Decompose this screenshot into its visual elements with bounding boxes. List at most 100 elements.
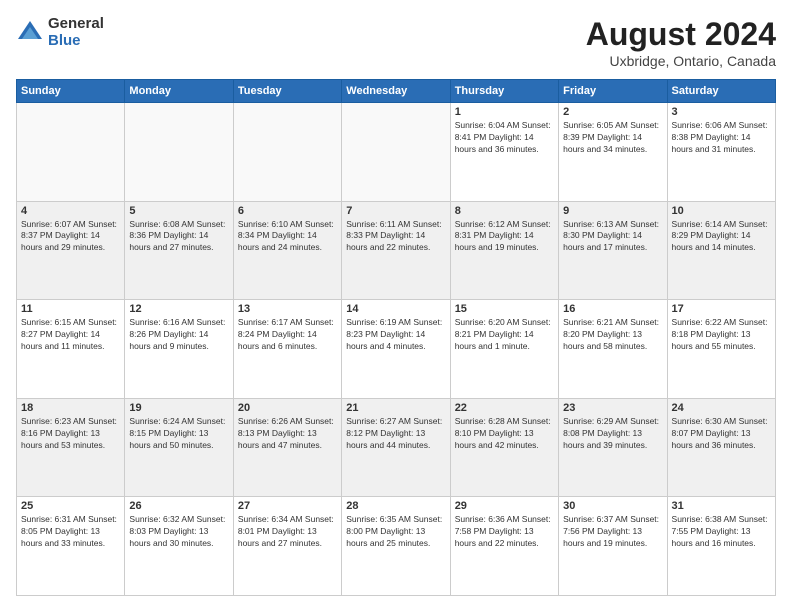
logo-general: General <box>48 16 104 33</box>
day-info: Sunrise: 6:35 AM Sunset: 8:00 PM Dayligh… <box>346 514 445 550</box>
table-row: 4 Sunrise: 6:07 AM Sunset: 8:37 PM Daylig… <box>17 201 125 300</box>
day-number: 18 <box>21 402 120 414</box>
day-info: Sunrise: 6:12 AM Sunset: 8:31 PM Dayligh… <box>455 219 554 255</box>
table-row: 15 Sunrise: 6:20 AM Sunset: 8:21 PM Dayli… <box>450 300 558 399</box>
day-info: Sunrise: 6:22 AM Sunset: 8:18 PM Dayligh… <box>672 317 771 353</box>
table-row: 2 Sunrise: 6:05 AM Sunset: 8:39 PM Daylig… <box>559 103 667 202</box>
calendar-week-row: 18Sunrise: 6:23 AM Sunset: 8:16 PM Dayli… <box>17 398 776 497</box>
table-row: 12 Sunrise: 6:16 AM Sunset: 8:26 PM Dayli… <box>125 300 233 399</box>
day-info: Sunrise: 6:06 AM Sunset: 8:38 PM Dayligh… <box>672 120 771 156</box>
day-number: 7 <box>346 205 445 217</box>
day-number: 11 <box>21 303 120 315</box>
table-row: 30 Sunrise: 6:37 AM Sunset: 7:56 PM Dayli… <box>559 497 667 596</box>
day-number: 4 <box>21 205 120 217</box>
day-number: 31 <box>672 500 771 512</box>
day-number: 29 <box>455 500 554 512</box>
day-number: 28 <box>346 500 445 512</box>
day-info: Sunrise: 6:20 AM Sunset: 8:21 PM Dayligh… <box>455 317 554 353</box>
day-info: Sunrise: 6:31 AM Sunset: 8:05 PM Dayligh… <box>21 514 120 550</box>
day-number: 8 <box>455 205 554 217</box>
title-block: August 2024 Uxbridge, Ontario, Canada <box>586 16 776 69</box>
table-row: 6 Sunrise: 6:10 AM Sunset: 8:34 PM Daylig… <box>233 201 341 300</box>
table-row <box>17 103 125 202</box>
col-wednesday: Wednesday <box>342 80 450 103</box>
header: General Blue August 2024 Uxbridge, Ontar… <box>16 16 776 69</box>
table-row: 21Sunrise: 6:27 AM Sunset: 8:12 PM Dayli… <box>342 398 450 497</box>
day-number: 13 <box>238 303 337 315</box>
day-info: Sunrise: 6:37 AM Sunset: 7:56 PM Dayligh… <box>563 514 662 550</box>
table-row: 14 Sunrise: 6:19 AM Sunset: 8:23 PM Dayli… <box>342 300 450 399</box>
table-row: 22 Sunrise: 6:28 AM Sunset: 8:10 PM Dayli… <box>450 398 558 497</box>
day-number: 5 <box>129 205 228 217</box>
table-row: 10 Sunrise: 6:14 AM Sunset: 8:29 PM Dayli… <box>667 201 775 300</box>
day-info: Sunrise: 6:19 AM Sunset: 8:23 PM Dayligh… <box>346 317 445 353</box>
title-month: August 2024 <box>586 16 776 53</box>
day-info: Sunrise: 6:32 AM Sunset: 8:03 PM Dayligh… <box>129 514 228 550</box>
day-info: Sunrise: 6:17 AM Sunset: 8:24 PM Dayligh… <box>238 317 337 353</box>
day-number: 25 <box>21 500 120 512</box>
day-number: 26 <box>129 500 228 512</box>
day-number: 12 <box>129 303 228 315</box>
table-row <box>125 103 233 202</box>
col-sunday: Sunday <box>17 80 125 103</box>
day-number: 9 <box>563 205 662 217</box>
table-row: 29 Sunrise: 6:36 AM Sunset: 7:58 PM Dayli… <box>450 497 558 596</box>
calendar-table: Sunday Monday Tuesday Wednesday Thursday… <box>16 79 776 596</box>
day-number: 30 <box>563 500 662 512</box>
day-info: Sunrise: 6:28 AM Sunset: 8:10 PM Dayligh… <box>455 416 554 452</box>
col-thursday: Thursday <box>450 80 558 103</box>
table-row: 11Sunrise: 6:15 AM Sunset: 8:27 PM Dayli… <box>17 300 125 399</box>
day-info: Sunrise: 6:27 AM Sunset: 8:12 PM Dayligh… <box>346 416 445 452</box>
table-row: 8 Sunrise: 6:12 AM Sunset: 8:31 PM Daylig… <box>450 201 558 300</box>
table-row: 16 Sunrise: 6:21 AM Sunset: 8:20 PM Dayli… <box>559 300 667 399</box>
day-info: Sunrise: 6:38 AM Sunset: 7:55 PM Dayligh… <box>672 514 771 550</box>
table-row: 13 Sunrise: 6:17 AM Sunset: 8:24 PM Dayli… <box>233 300 341 399</box>
day-info: Sunrise: 6:05 AM Sunset: 8:39 PM Dayligh… <box>563 120 662 156</box>
calendar-header-row: Sunday Monday Tuesday Wednesday Thursday… <box>17 80 776 103</box>
day-number: 14 <box>346 303 445 315</box>
day-info: Sunrise: 6:34 AM Sunset: 8:01 PM Dayligh… <box>238 514 337 550</box>
day-number: 16 <box>563 303 662 315</box>
calendar-week-row: 4 Sunrise: 6:07 AM Sunset: 8:37 PM Daylig… <box>17 201 776 300</box>
col-saturday: Saturday <box>667 80 775 103</box>
day-info: Sunrise: 6:11 AM Sunset: 8:33 PM Dayligh… <box>346 219 445 255</box>
table-row: 7 Sunrise: 6:11 AM Sunset: 8:33 PM Daylig… <box>342 201 450 300</box>
table-row: 31 Sunrise: 6:38 AM Sunset: 7:55 PM Dayli… <box>667 497 775 596</box>
day-number: 27 <box>238 500 337 512</box>
day-info: Sunrise: 6:07 AM Sunset: 8:37 PM Dayligh… <box>21 219 120 255</box>
table-row: 17 Sunrise: 6:22 AM Sunset: 8:18 PM Dayli… <box>667 300 775 399</box>
page: General Blue August 2024 Uxbridge, Ontar… <box>0 0 792 612</box>
col-friday: Friday <box>559 80 667 103</box>
table-row: 18Sunrise: 6:23 AM Sunset: 8:16 PM Dayli… <box>17 398 125 497</box>
day-number: 10 <box>672 205 771 217</box>
day-info: Sunrise: 6:10 AM Sunset: 8:34 PM Dayligh… <box>238 219 337 255</box>
day-info: Sunrise: 6:08 AM Sunset: 8:36 PM Dayligh… <box>129 219 228 255</box>
calendar-week-row: 11Sunrise: 6:15 AM Sunset: 8:27 PM Dayli… <box>17 300 776 399</box>
day-number: 1 <box>455 106 554 118</box>
day-number: 24 <box>672 402 771 414</box>
day-info: Sunrise: 6:26 AM Sunset: 8:13 PM Dayligh… <box>238 416 337 452</box>
table-row <box>233 103 341 202</box>
table-row: 20Sunrise: 6:26 AM Sunset: 8:13 PM Dayli… <box>233 398 341 497</box>
day-info: Sunrise: 6:36 AM Sunset: 7:58 PM Dayligh… <box>455 514 554 550</box>
col-tuesday: Tuesday <box>233 80 341 103</box>
calendar-week-row: 25 Sunrise: 6:31 AM Sunset: 8:05 PM Dayli… <box>17 497 776 596</box>
day-number: 23 <box>563 402 662 414</box>
logo-text: General Blue <box>48 16 104 49</box>
day-info: Sunrise: 6:04 AM Sunset: 8:41 PM Dayligh… <box>455 120 554 156</box>
day-info: Sunrise: 6:30 AM Sunset: 8:07 PM Dayligh… <box>672 416 771 452</box>
table-row: 23Sunrise: 6:29 AM Sunset: 8:08 PM Dayli… <box>559 398 667 497</box>
day-number: 2 <box>563 106 662 118</box>
day-info: Sunrise: 6:16 AM Sunset: 8:26 PM Dayligh… <box>129 317 228 353</box>
day-number: 22 <box>455 402 554 414</box>
day-number: 17 <box>672 303 771 315</box>
logo: General Blue <box>16 16 104 49</box>
day-info: Sunrise: 6:21 AM Sunset: 8:20 PM Dayligh… <box>563 317 662 353</box>
table-row: 24 Sunrise: 6:30 AM Sunset: 8:07 PM Dayli… <box>667 398 775 497</box>
day-info: Sunrise: 6:14 AM Sunset: 8:29 PM Dayligh… <box>672 219 771 255</box>
calendar-week-row: 1 Sunrise: 6:04 AM Sunset: 8:41 PM Daylig… <box>17 103 776 202</box>
day-number: 6 <box>238 205 337 217</box>
day-number: 15 <box>455 303 554 315</box>
title-location: Uxbridge, Ontario, Canada <box>586 53 776 69</box>
table-row: 9Sunrise: 6:13 AM Sunset: 8:30 PM Daylig… <box>559 201 667 300</box>
